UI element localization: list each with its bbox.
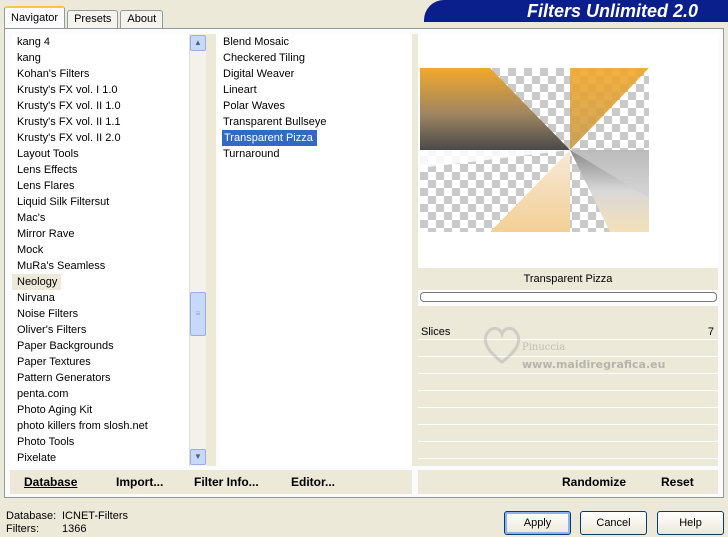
category-item[interactable]: Nirvana [12,290,190,306]
cancel-button[interactable]: Cancel [580,511,647,535]
category-item[interactable]: kang 4 [12,34,190,50]
category-item[interactable]: MuRa's Seamless [12,258,190,274]
editor-link[interactable]: Editor... [291,475,335,489]
filter-name-label: Transparent Pizza [418,268,718,290]
filter-item[interactable]: Lineart [218,82,412,98]
category-item[interactable]: Mock [12,242,190,258]
help-button[interactable]: Help [657,511,724,535]
preview-image[interactable] [420,68,649,232]
category-item[interactable]: Liquid Silk Filtersut [12,194,190,210]
category-item[interactable]: Krusty's FX vol. II 2.0 [12,130,190,146]
category-item[interactable]: Krusty's FX vol. II 1.1 [12,114,190,130]
category-item[interactable]: photo killers from slosh.net [12,418,190,434]
filter-item[interactable]: Polar Waves [218,98,412,114]
category-item[interactable]: Photo Aging Kit [12,402,190,418]
filter-item[interactable]: Digital Weaver [218,66,412,82]
filter-item[interactable]: Transparent Bullseye [218,114,412,130]
category-item[interactable]: Kohan's Filters [12,66,190,82]
apply-button[interactable]: Apply [504,511,571,535]
parameter-area: Slices 7 [418,306,718,466]
filters-count: 1366 [62,523,87,535]
tab-strip: Navigator Presets About [4,6,165,28]
right-action-bar: Randomize Reset [418,470,718,494]
parameter-row [418,392,718,408]
tab-presets[interactable]: Presets [67,10,119,28]
category-item[interactable]: kang [12,50,190,66]
list-divider [206,34,216,466]
randomize-link[interactable]: Randomize [562,475,626,489]
scroll-thumb[interactable]: ≡ [190,292,206,336]
import-link[interactable]: Import... [116,475,163,489]
reset-link[interactable]: Reset [661,475,694,489]
tab-about[interactable]: About [120,10,164,28]
database-value: ICNET-Filters [62,510,128,522]
scroll-down-button[interactable]: ▼ [190,449,206,465]
parameter-name: Slices [421,326,451,338]
category-item[interactable]: Layout Tools [12,146,190,162]
scroll-up-button[interactable]: ▲ [190,35,206,51]
left-action-bar: Database Import... Filter Info... Editor… [10,470,412,494]
category-item[interactable]: Pattern Generators [12,370,190,386]
pizza-preview-graphic [420,68,649,232]
category-item[interactable]: Paper Backgrounds [12,338,190,354]
category-item[interactable]: Lens Effects [12,162,190,178]
category-item[interactable]: Mirror Rave [12,226,190,242]
filters-label: Filters: [6,523,39,535]
parameter-row [418,341,718,357]
category-item[interactable]: Neology [12,274,62,290]
parameter-row [418,358,718,374]
category-item[interactable]: Photo Tools [12,434,190,450]
preview-area [418,34,718,268]
parameter-row [418,443,718,459]
category-scrollbar[interactable]: ▲ ≡ ▼ [189,34,206,466]
category-item[interactable]: penta.com [12,386,190,402]
category-item[interactable]: Paper Textures [12,354,190,370]
parameter-row [418,426,718,442]
parameter-value[interactable]: 7 [708,324,714,340]
category-item[interactable]: Lens Flares [12,178,190,194]
category-item[interactable]: Noise Filters [12,306,190,322]
parameter-row: Slices 7 [418,324,718,340]
category-item[interactable]: Pixelate [12,450,190,466]
status-info: Database: ICNET-Filters Filters: 1366 [6,510,128,536]
category-item[interactable]: Krusty's FX vol. I 1.0 [12,82,190,98]
tab-navigator[interactable]: Navigator [4,6,66,28]
filter-item[interactable]: Blend Mosaic [218,34,412,50]
category-item[interactable]: Mac's [12,210,190,226]
parameter-row [418,409,718,425]
filter-item[interactable]: Transparent Pizza [222,130,317,146]
filter-item[interactable]: Turnaround [218,146,412,162]
category-item[interactable]: Oliver's Filters [12,322,190,338]
database-label: Database: [6,510,57,522]
parameter-row [418,375,718,391]
app-banner: Filters Unlimited 2.0 [424,0,728,22]
progress-bar [420,292,717,302]
filter-item[interactable]: Checkered Tiling [218,50,412,66]
filter-list[interactable]: Blend Mosaic Checkered Tiling Digital Weav… [218,34,412,466]
database-link[interactable]: Database [24,475,77,489]
filter-info-link[interactable]: Filter Info... [194,475,259,489]
category-list[interactable]: kang 4 kang Kohan's Filters Krusty's FX vol… [12,34,190,466]
category-item[interactable]: Krusty's FX vol. II 1.0 [12,98,190,114]
